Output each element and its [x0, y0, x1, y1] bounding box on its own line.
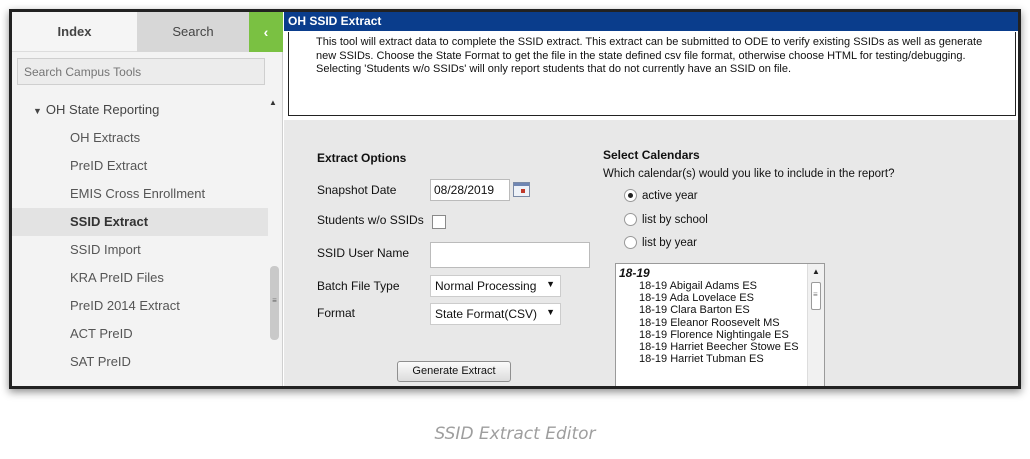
calendar-list-scrollbar[interactable]: ▲ ≡	[807, 264, 824, 386]
tree-item-sat-preid[interactable]: SAT PreID	[12, 348, 268, 376]
radio-list-by-school[interactable]	[624, 213, 637, 226]
page-title: OH SSID Extract	[284, 12, 1018, 31]
calendar-year-group: 18-19	[619, 266, 650, 280]
calendar-option[interactable]: 18-19 Florence Nightingale ES	[616, 329, 824, 341]
tree-item-emis-cross-enrollment[interactable]: EMIS Cross Enrollment	[12, 180, 268, 208]
nav-tabs: Index Search ‹	[12, 12, 283, 52]
radio-list-by-school-label: list by school	[642, 214, 708, 226]
batch-file-type-select[interactable]: Normal Processing ▼	[430, 275, 561, 297]
calendar-option[interactable]: 18-19 Ada Lovelace ES	[616, 292, 824, 304]
chevron-down-icon: ▼	[546, 279, 555, 289]
radio-active-year-label: active year	[642, 190, 698, 202]
extract-options-heading: Extract Options	[317, 151, 407, 165]
caret-down-icon: ▼	[33, 106, 42, 116]
chevron-down-icon: ▼	[546, 307, 555, 317]
radio-active-year[interactable]	[624, 189, 637, 202]
calendar-list[interactable]: 18-19 18-19 Abigail Adams ES 18-19 Ada L…	[615, 263, 825, 386]
tab-index[interactable]: Index	[12, 12, 137, 52]
main-content: OH SSID Extract This tool will extract d…	[284, 12, 1018, 386]
tree-item-ssid-import[interactable]: SSID Import	[12, 236, 268, 264]
format-value: State Format(CSV)	[435, 307, 538, 321]
tree-item-act-preid[interactable]: ACT PreID	[12, 320, 268, 348]
calendar-option[interactable]: 18-19 Harriet Tubman ES	[616, 353, 824, 365]
radio-list-by-year[interactable]	[624, 236, 637, 249]
scrollbar-thumb[interactable]: ≡	[811, 282, 821, 310]
calendars-question: Which calendar(s) would you like to incl…	[603, 168, 895, 180]
tree-item-ssid-extract[interactable]: SSID Extract	[12, 208, 268, 236]
calendar-option[interactable]: 18-19 Eleanor Roosevelt MS	[616, 317, 824, 329]
collapse-nav-button[interactable]: ‹	[249, 12, 283, 52]
tool-description: This tool will extract data to complete …	[288, 32, 1016, 116]
snapshot-date-input[interactable]: 08/28/2019	[430, 179, 510, 201]
scrollbar-thumb[interactable]: ≡	[270, 266, 279, 340]
grip-icon: ≡	[813, 290, 818, 299]
figure-caption: SSID Extract Editor	[434, 424, 596, 444]
tree-item-preid-2014-extract[interactable]: PreID 2014 Extract	[12, 292, 268, 320]
format-select[interactable]: State Format(CSV) ▼	[430, 303, 561, 325]
generate-extract-button[interactable]: Generate Extract	[397, 361, 511, 382]
tree-folder-oh-state-reporting[interactable]: ▼ OH State Reporting	[12, 96, 268, 124]
grip-icon: ≡	[272, 296, 277, 305]
students-wo-ssids-checkbox[interactable]	[432, 215, 446, 229]
left-navigation: Index Search ‹ ▼OH State Reporting OH Ex…	[12, 12, 283, 386]
snapshot-date-label: Snapshot Date	[317, 183, 397, 197]
screenshot-frame: Index Search ‹ ▼OH State Reporting OH Ex…	[9, 9, 1021, 389]
tool-tree: ▼ OH State Reporting OH Extracts PreID Ex…	[12, 96, 268, 376]
radio-list-by-year-label: list by year	[642, 237, 697, 249]
calendar-option[interactable]: 18-19 Harriet Beecher Stowe ES	[616, 341, 824, 353]
tree-item-kra-preid-files[interactable]: KRA PreID Files	[12, 264, 268, 292]
nav-scrollbar[interactable]: ▲ ≡	[267, 96, 281, 386]
editor-panel: Extract Options Snapshot Date 08/28/2019…	[284, 120, 1018, 386]
calendar-picker-icon[interactable]	[513, 182, 530, 197]
tree-folder-label: OH State Reporting	[45, 102, 160, 117]
students-wo-ssids-label: Students w/o SSIDs	[317, 213, 424, 227]
scroll-up-arrow-icon[interactable]: ▲	[812, 267, 820, 276]
calendar-option[interactable]: 18-19 Abigail Adams ES	[616, 280, 824, 292]
batch-file-type-label: Batch File Type	[317, 279, 400, 293]
tree-item-oh-extracts[interactable]: OH Extracts	[12, 124, 268, 152]
format-label: Format	[317, 306, 356, 320]
tab-search[interactable]: Search	[137, 12, 249, 52]
ssid-user-name-label: SSID User Name	[317, 246, 410, 260]
calendar-option[interactable]: 18-19 Clara Barton ES	[616, 304, 824, 316]
search-campus-tools-input[interactable]	[17, 58, 265, 85]
select-calendars-heading: Select Calendars	[603, 148, 700, 162]
batch-file-type-value: Normal Processing	[435, 279, 537, 293]
scroll-up-arrow-icon[interactable]: ▲	[269, 98, 277, 107]
ssid-user-name-input[interactable]	[430, 242, 590, 268]
tree-item-preid-extract[interactable]: PreID Extract	[12, 152, 268, 180]
